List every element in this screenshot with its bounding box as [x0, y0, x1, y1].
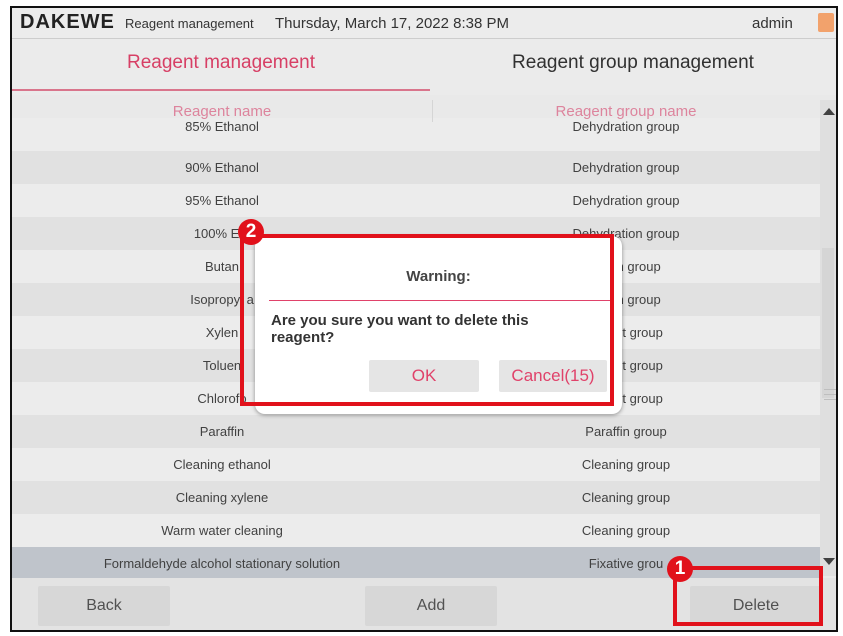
cancel-button[interactable]: Cancel(15)	[499, 360, 607, 392]
datetime-display: Thursday, March 17, 2022 8:38 PM	[275, 15, 510, 32]
user-avatar-icon[interactable]	[818, 13, 834, 32]
ok-button[interactable]: OK	[369, 360, 479, 392]
step-2-marker: 2	[238, 219, 264, 245]
brand-logo: DAKEWE	[20, 11, 115, 33]
top-status-bar: DAKEWE Reagent management Thursday, Marc…	[12, 8, 836, 39]
app-window: DAKEWE Reagent management Thursday, Marc…	[10, 6, 838, 632]
module-title: Reagent management	[125, 16, 254, 31]
step-1-marker: 1	[667, 556, 693, 582]
dialog-message: Are you sure you want to delete this rea…	[271, 312, 529, 346]
warning-dialog: Warning: Are you sure you want to delete…	[255, 236, 622, 414]
user-name[interactable]: admin	[752, 15, 793, 32]
dialog-title: Warning:	[406, 268, 471, 285]
dialog-divider	[269, 300, 614, 301]
